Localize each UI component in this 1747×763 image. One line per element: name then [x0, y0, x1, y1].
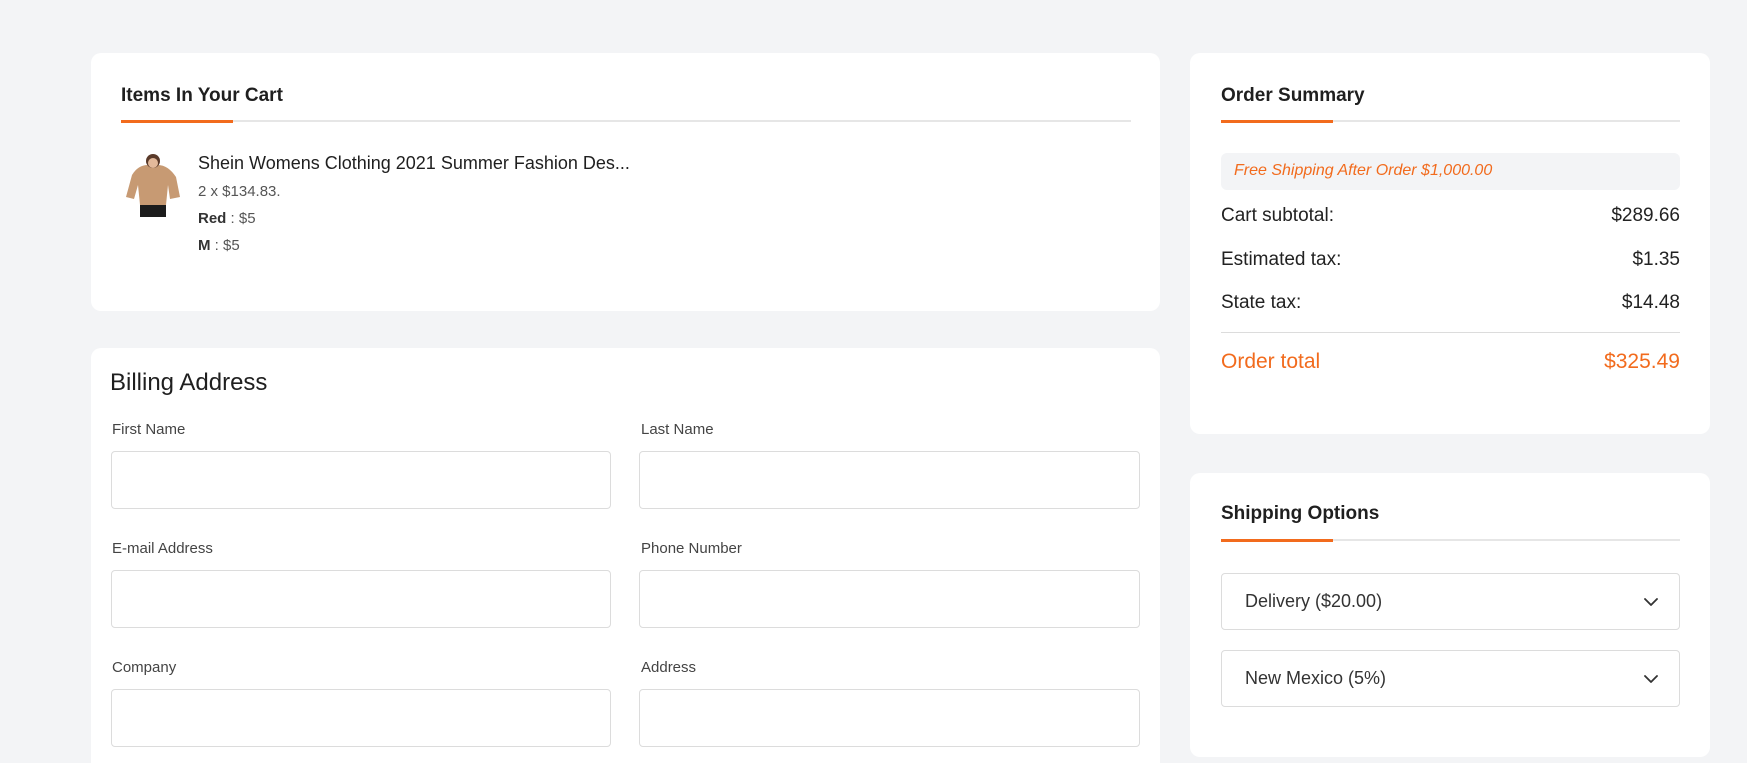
delivery-method-value: Delivery ($20.00) — [1245, 591, 1383, 611]
free-shipping-notice: Free Shipping After Order $1,000.00 — [1221, 153, 1680, 190]
shipping-options-title: Shipping Options — [1221, 503, 1380, 524]
cart-title: Items In Your Cart — [121, 85, 283, 106]
product-name[interactable]: Shein Womens Clothing 2021 Summer Fashio… — [198, 153, 630, 174]
summary-divider — [1221, 332, 1680, 333]
billing-title: Billing Address — [110, 369, 268, 396]
company-label: Company — [112, 659, 177, 676]
attribute-value: : $5 — [226, 210, 256, 227]
phone-input[interactable] — [639, 570, 1140, 628]
attribute-name: M — [198, 237, 211, 254]
state-tax-label: State tax: — [1221, 292, 1302, 313]
estimated-tax-label: Estimated tax: — [1221, 249, 1342, 270]
last-name-label: Last Name — [641, 421, 714, 438]
product-attribute-color: Red : $5 — [198, 210, 256, 227]
cart-title-underline — [121, 119, 1131, 123]
order-summary-underline — [1221, 119, 1680, 123]
attribute-name: Red — [198, 210, 227, 227]
email-label: E-mail Address — [112, 540, 213, 557]
subtotal-value: $289.66 — [1611, 205, 1680, 226]
order-summary-title: Order Summary — [1221, 85, 1365, 106]
order-total-label: Order total — [1221, 350, 1321, 373]
attribute-value: : $5 — [210, 237, 240, 254]
order-summary-card: Order Summary Free Shipping After Order … — [1190, 53, 1710, 434]
product-attribute-size: M : $5 — [198, 237, 240, 254]
company-input[interactable] — [111, 689, 611, 747]
email-input[interactable] — [111, 570, 611, 628]
state-tax-row: State tax: $14.48 — [1221, 292, 1680, 314]
order-total-row: Order total $325.49 — [1221, 350, 1680, 374]
chevron-down-icon — [1644, 597, 1658, 606]
address-label: Address — [641, 659, 697, 676]
shipping-options-underline — [1221, 538, 1680, 542]
product-quantity-price: 2 x $134.83. — [198, 183, 281, 200]
state-tax-value: $14.48 — [1621, 292, 1680, 313]
first-name-input[interactable] — [111, 451, 611, 509]
estimated-tax-value: $1.35 — [1632, 249, 1680, 270]
address-input[interactable] — [639, 689, 1140, 747]
billing-card: Billing Address First Name Last Name E-m… — [91, 348, 1160, 763]
subtotal-label: Cart subtotal: — [1221, 205, 1334, 226]
chevron-down-icon — [1644, 674, 1658, 683]
estimated-tax-row: Estimated tax: $1.35 — [1221, 249, 1680, 271]
subtotal-row: Cart subtotal: $289.66 — [1221, 205, 1680, 227]
order-total-value: $325.49 — [1604, 350, 1680, 373]
phone-label: Phone Number — [641, 540, 742, 557]
delivery-method-select[interactable]: Delivery ($20.00) — [1221, 573, 1680, 630]
product-image[interactable] — [124, 153, 182, 217]
state-select[interactable]: New Mexico (5%) — [1221, 650, 1680, 707]
shipping-options-card: Shipping Options Delivery ($20.00) New M… — [1190, 473, 1710, 757]
first-name-label: First Name — [112, 421, 186, 438]
last-name-input[interactable] — [639, 451, 1140, 509]
cart-card: Items In Your Cart Shein Womens Clothing… — [91, 53, 1160, 311]
state-value: New Mexico (5%) — [1245, 668, 1387, 688]
